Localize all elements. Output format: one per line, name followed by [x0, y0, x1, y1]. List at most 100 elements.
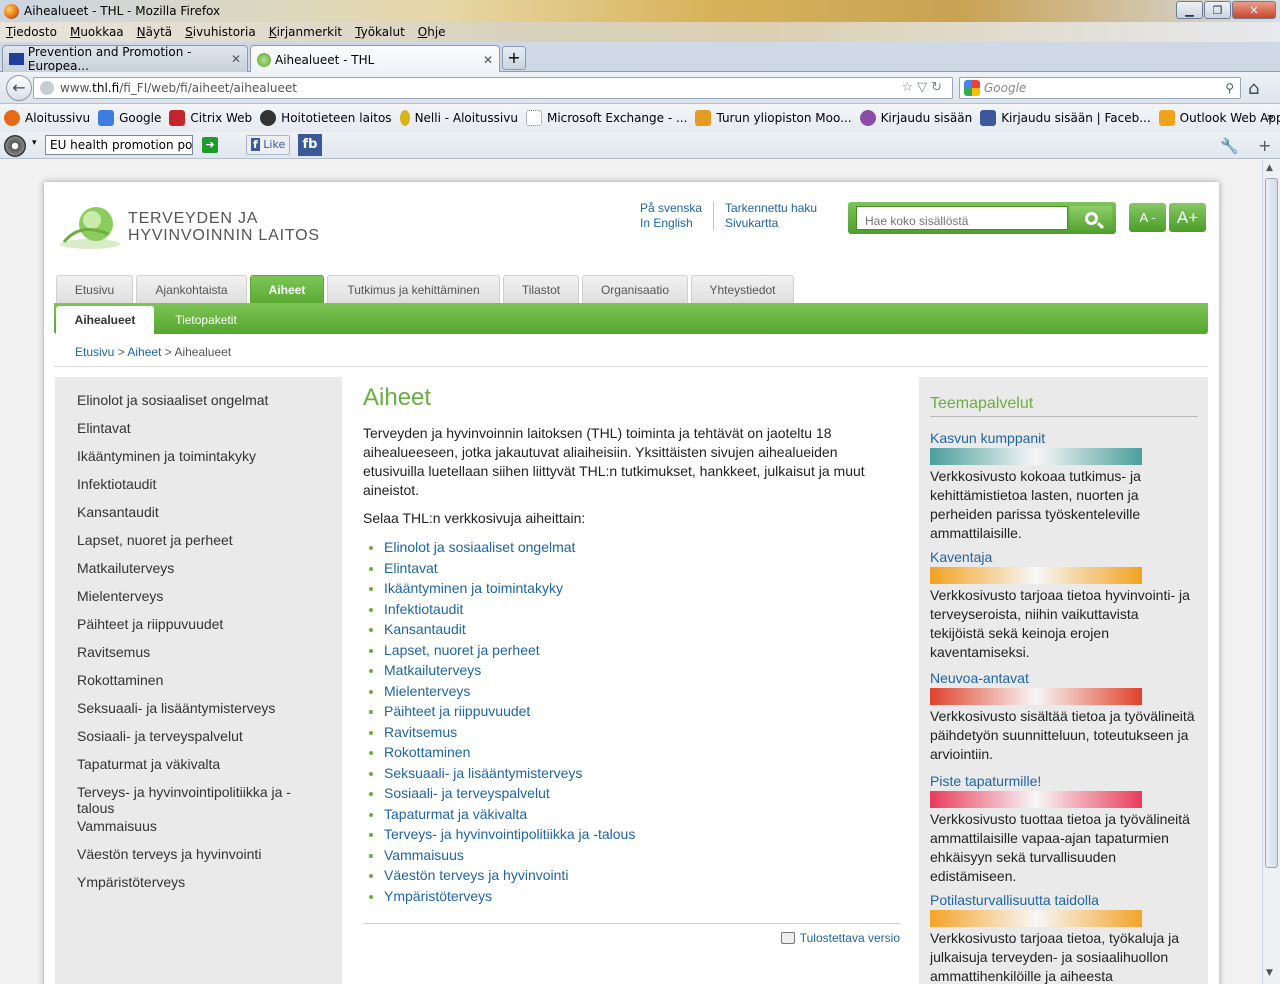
sidebar-topic-item[interactable]: Vammaisuus — [77, 816, 297, 844]
sidebar-topic-item[interactable]: Kansantaudit — [77, 502, 297, 530]
menu-muokkaa[interactable]: Muokkaa — [70, 25, 124, 39]
link-in-english[interactable]: In English — [640, 216, 702, 231]
thl-logo-icon[interactable] — [60, 204, 122, 252]
sidebar-topic-item[interactable]: Elintavat — [77, 418, 297, 446]
sidebar-topic-item[interactable]: Ravitsemus — [77, 642, 297, 670]
sidebar-topic-item[interactable]: Päihteet ja riippuvuudet — [77, 614, 297, 642]
font-smaller-button[interactable]: A - — [1129, 203, 1166, 232]
theme-service-link[interactable]: Piste tapaturmille! — [930, 773, 1195, 790]
close-tab-icon[interactable]: ✕ — [483, 53, 493, 67]
topic-link[interactable]: Ympäristöterveys — [384, 886, 903, 907]
topic-link[interactable]: Elintavat — [384, 558, 903, 579]
bookmark-moodle[interactable]: Turun yliopiston Moo... — [695, 110, 852, 126]
go-arrow-icon[interactable]: ➔ — [202, 137, 218, 153]
bookmark-aloitussivu[interactable]: Aloitussivu — [4, 110, 90, 126]
bookmark-facebook[interactable]: Kirjaudu sisään | Faceb... — [980, 110, 1151, 126]
menu-nayta[interactable]: Näytä — [137, 25, 173, 39]
breadcrumb-home[interactable]: Etusivu — [75, 345, 114, 359]
menu-tiedosto[interactable]: Tiedosto — [6, 25, 57, 39]
theme-service-link[interactable]: Neuvoa-antavat — [930, 670, 1195, 687]
site-logo-text[interactable]: TERVEYDEN JA HYVINVOINNIN LAITOS — [128, 210, 320, 244]
tab-organisaatio[interactable]: Organisaatio — [582, 275, 688, 303]
bookmark-star-icon[interactable]: ☆▽↻ — [901, 80, 946, 95]
vertical-scrollbar[interactable]: ▲ ▼ — [1262, 160, 1280, 984]
font-larger-button[interactable]: A+ — [1169, 203, 1206, 232]
close-window-button[interactable]: ✕ — [1232, 1, 1276, 19]
google-icon[interactable] — [964, 80, 980, 96]
topic-link[interactable]: Seksuaali- ja lisääntymisterveys — [384, 763, 903, 784]
sidebar-topic-item[interactable]: Sosiaali- ja terveyspalvelut — [77, 726, 297, 754]
toolbar-search-input[interactable]: EU health promotion policy — [45, 135, 193, 155]
url-bar[interactable]: www. thl.fi/fi_FI/web/fi/aiheet/aihealuee… — [33, 77, 953, 99]
topic-link[interactable]: Mielenterveys — [384, 681, 903, 702]
theme-service-link[interactable]: Kaventaja — [930, 549, 1195, 566]
site-search-button[interactable] — [1070, 206, 1112, 230]
bookmark-hoitotieteen[interactable]: Hoitotieteen laitos — [260, 110, 392, 126]
sidebar-topic-item[interactable]: Tapaturmat ja väkivalta — [77, 754, 297, 782]
new-tab-button[interactable]: + — [502, 46, 526, 70]
bookmark-kirjaudu[interactable]: Kirjaudu sisään — [859, 110, 972, 126]
bookmark-citrix[interactable]: Citrix Web — [169, 110, 252, 126]
sidebar-topic-item[interactable]: Elinolot ja sosiaaliset ongelmat — [77, 390, 297, 418]
breadcrumb-aiheet[interactable]: Aiheet — [127, 345, 161, 359]
link-advanced-search[interactable]: Tarkennettu haku — [725, 201, 817, 216]
topic-link[interactable]: Infektiotaudit — [384, 599, 903, 620]
close-tab-icon[interactable]: ✕ — [231, 52, 241, 66]
sidebar-topic-item[interactable]: Seksuaali- ja lisääntymisterveys — [77, 698, 297, 726]
theme-service-banner[interactable] — [930, 688, 1142, 705]
theme-service-link[interactable]: Potilasturvallisuutta taidolla — [930, 892, 1195, 909]
topic-link[interactable]: Matkailuterveys — [384, 660, 903, 681]
topic-link[interactable]: Kansantaudit — [384, 619, 903, 640]
menu-tyokalut[interactable]: Työkalut — [355, 25, 405, 39]
chevron-down-icon[interactable]: ▾ — [32, 138, 37, 148]
print-version-link[interactable]: Tulostettava versio — [363, 923, 900, 945]
bookmarks-overflow-icon[interactable]: » — [1267, 110, 1274, 124]
menu-ohje[interactable]: Ohje — [418, 25, 446, 39]
home-icon[interactable]: ⌂ — [1248, 78, 1259, 99]
topic-link[interactable]: Ikääntyminen ja toimintakyky — [384, 578, 903, 599]
topic-link[interactable]: Sosiaali- ja terveyspalvelut — [384, 783, 903, 804]
bookmark-exchange[interactable]: Microsoft Exchange - ... — [525, 110, 687, 126]
sidebar-topic-item[interactable]: Infektiotaudit — [77, 474, 297, 502]
sidebar-topic-item[interactable]: Rokottaminen — [77, 670, 297, 698]
search-bar[interactable]: Google ⚲ — [959, 77, 1241, 99]
sidebar-topic-item[interactable]: Matkailuterveys — [77, 558, 297, 586]
browser-tab-aihealueet[interactable]: Aihealueet - THL ✕ — [250, 45, 500, 73]
topic-link[interactable]: Päihteet ja riippuvuudet — [384, 701, 903, 722]
back-button[interactable]: ← — [6, 75, 32, 101]
tab-aiheet[interactable]: Aiheet — [250, 275, 324, 303]
sidebar-topic-item[interactable]: Mielenterveys — [77, 586, 297, 614]
sidebar-topic-item[interactable]: Ikääntyminen ja toimintakyky — [77, 446, 297, 474]
tab-ajankohtaista[interactable]: Ajankohtaista — [136, 275, 247, 303]
subtab-tietopaketit[interactable]: Tietopaketit — [164, 306, 248, 334]
site-identity-icon[interactable] — [40, 81, 54, 95]
minimize-button[interactable]: ▁ — [1176, 1, 1203, 19]
scrollbar-thumb[interactable] — [1265, 178, 1278, 868]
sidebar-topic-item[interactable]: Terveys- ja hyvinvointipolitiikka ja -ta… — [77, 782, 297, 816]
bookmark-nelli[interactable]: Nelli - Aloitussivu — [399, 110, 518, 126]
scroll-down-arrow-icon[interactable]: ▼ — [1266, 968, 1273, 978]
sidebar-topic-item[interactable]: Lapset, nuoret ja perheet — [77, 530, 297, 558]
theme-service-banner[interactable] — [930, 791, 1142, 808]
topic-link[interactable]: Rokottaminen — [384, 742, 903, 763]
tab-tilastot[interactable]: Tilastot — [503, 275, 579, 303]
sidebar-topic-item[interactable]: Ympäristöterveys — [77, 872, 297, 900]
gear-icon[interactable] — [4, 135, 26, 157]
link-sitemap[interactable]: Sivukartta — [725, 216, 817, 231]
bookmark-google[interactable]: Google — [98, 110, 161, 126]
theme-service-banner[interactable] — [930, 448, 1142, 465]
link-pa-svenska[interactable]: På svenska — [640, 201, 702, 216]
theme-service-banner[interactable] — [930, 910, 1142, 927]
topic-link[interactable]: Terveys- ja hyvinvointipolitiikka ja -ta… — [384, 824, 903, 845]
sidebar-topic-item[interactable]: Väestön terveys ja hyvinvointi — [77, 844, 297, 872]
facebook-like-button[interactable]: f Like — [246, 135, 291, 155]
topic-link[interactable]: Lapset, nuoret ja perheet — [384, 640, 903, 661]
topic-link[interactable]: Tapaturmat ja väkivalta — [384, 804, 903, 825]
menu-sivuhistoria[interactable]: Sivuhistoria — [185, 25, 256, 39]
bookmark-outlook[interactable]: Outlook Web App — [1158, 110, 1280, 126]
tab-tutkimus[interactable]: Tutkimus ja kehittäminen — [327, 275, 500, 303]
menu-kirjanmerkit[interactable]: Kirjanmerkit — [269, 25, 342, 39]
theme-service-banner[interactable] — [930, 567, 1142, 584]
wrench-icon[interactable]: 🔧 — [1220, 137, 1239, 155]
maximize-button[interactable]: ❐ — [1204, 1, 1231, 19]
